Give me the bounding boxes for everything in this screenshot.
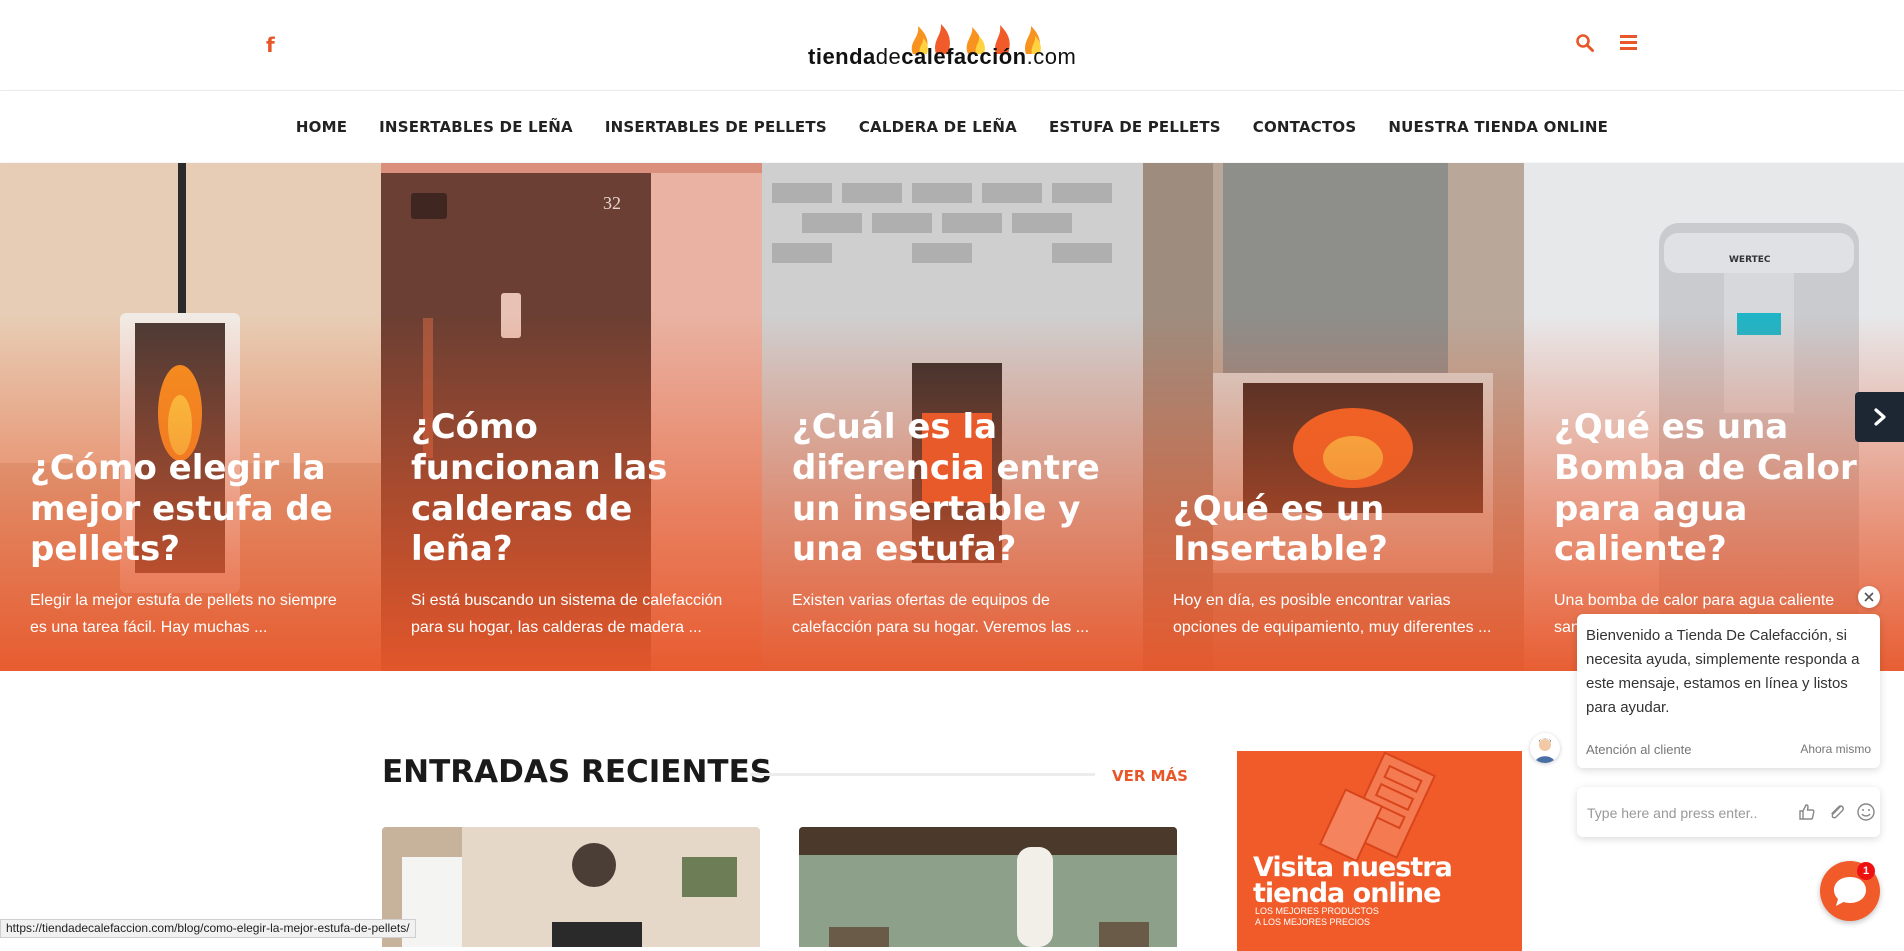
see-more-link[interactable]: VER MÁS (1112, 767, 1188, 785)
facebook-icon[interactable]: f (266, 33, 275, 57)
recent-post-thumbnail[interactable] (799, 827, 1177, 947)
unread-badge: 1 (1857, 862, 1875, 880)
slide-content: ¿Cómo elegir la mejor estufa de pellets?… (30, 448, 357, 641)
search-icon[interactable] (1575, 33, 1595, 53)
paperclip-icon[interactable] (1827, 802, 1847, 822)
promo-title: Visita nuestra tienda online (1253, 852, 1453, 909)
slide-excerpt: Elegir la mejor estufa de pellets no sie… (30, 592, 337, 636)
nav-item-contactos[interactable]: CONTACTOS (1253, 118, 1357, 136)
chat-agent-name: Atención al cliente (1586, 742, 1692, 757)
promo-subtitle: LOS MEJORES PRODUCTOS A LOS MEJORES PRECI… (1255, 906, 1379, 927)
nav-item-caldera-lena[interactable]: CALDERA DE LEÑA (859, 118, 1017, 136)
recent-posts-title: ENTRADAS RECIENTES (382, 754, 773, 790)
brand-badge: WERTEC (1729, 255, 1771, 265)
nav-item-home[interactable]: HOME (296, 118, 347, 136)
nav-item-insertables-pellets[interactable]: INSERTABLES DE PELLETS (605, 118, 827, 136)
online-store-promo[interactable]: Visita nuestra tienda online LOS MEJORES … (1237, 751, 1522, 951)
main-nav: HOME INSERTABLES DE LEÑA INSERTABLES DE … (0, 91, 1904, 162)
hamburger-icon[interactable] (1620, 35, 1637, 51)
thumbs-up-icon[interactable] (1797, 802, 1817, 822)
slider-next-button[interactable] (1855, 392, 1904, 442)
post-image-green-room (799, 827, 1177, 947)
slide-title[interactable]: ¿Cómo elegir la mejor estufa de pellets? (30, 448, 357, 570)
chat-message-text: Bienvenido a Tienda De Calefacción, si n… (1586, 627, 1860, 716)
nav-item-estufa-pellets[interactable]: ESTUFA DE PELLETS (1049, 118, 1221, 136)
slide-title[interactable]: ¿Cuál es la diferencia entre un insertab… (792, 407, 1119, 570)
featured-slider: ¿Cómo elegir la mejor estufa de pellets?… (0, 163, 1904, 671)
slide-content: ¿Qué es un Insertable? Hoy en día, es po… (1173, 489, 1500, 641)
site-logo[interactable]: tiendadecalefacción.com (808, 24, 1098, 72)
chat-input-box (1577, 787, 1880, 837)
recent-post-thumbnail[interactable] (382, 827, 760, 947)
section-divider (750, 773, 1095, 776)
post-image-living-room (382, 827, 760, 947)
close-icon (1864, 592, 1874, 602)
nav-item-insertables-lena[interactable]: INSERTABLES DE LEÑA (379, 118, 573, 136)
slide-card[interactable]: WERTEC ¿Qué es una Bomba de Calor para a… (1524, 163, 1904, 671)
chevron-right-icon (1873, 408, 1886, 426)
slide-title[interactable]: ¿Qué es un Insertable? (1173, 489, 1500, 571)
slide-excerpt: Hoy en día, es posible encontrar varias … (1173, 592, 1492, 636)
top-header: f tiendadecalefacción.com (0, 0, 1904, 91)
slide-content: ¿Cómo funcionan las calderas de leña? Si… (411, 407, 738, 641)
slide-card[interactable]: ¿Qué es un Insertable? Hoy en día, es po… (1143, 163, 1524, 671)
slide-excerpt: Si está buscando un sistema de calefacci… (411, 592, 723, 636)
slide-title[interactable]: ¿Cómo funcionan las calderas de leña? (411, 407, 738, 570)
chat-message-input[interactable] (1585, 801, 1789, 825)
slide-excerpt: Existen varias ofertas de equipos de cal… (792, 592, 1090, 636)
nav-item-tienda-online[interactable]: NUESTRA TIENDA ONLINE (1388, 118, 1608, 136)
agent-avatar (1530, 733, 1560, 763)
slide-content: ¿Qué es una Bomba de Calor para agua cal… (1554, 407, 1881, 641)
chat-welcome-message: Bienvenido a Tienda De Calefacción, si n… (1577, 614, 1880, 768)
status-bar-url: https://tiendadecalefaccion.com/blog/com… (0, 919, 416, 938)
chat-timestamp: Ahora mismo (1800, 742, 1871, 756)
slide-card[interactable]: ¿Cómo elegir la mejor estufa de pellets?… (0, 163, 381, 671)
slide-title[interactable]: ¿Qué es una Bomba de Calor para agua cal… (1554, 407, 1881, 570)
slide-card[interactable]: ¿Cuál es la diferencia entre un insertab… (762, 163, 1143, 671)
logo-wordmark: tiendadecalefacción.com (808, 44, 1077, 69)
slide-content: ¿Cuál es la diferencia entre un insertab… (792, 407, 1119, 641)
slide-card[interactable]: 32 ¿Cómo funcionan las calderas de leña?… (381, 163, 762, 671)
chat-close-button[interactable] (1858, 586, 1880, 608)
emoji-icon[interactable] (1856, 802, 1876, 822)
stove-model-number: 32 (603, 193, 621, 213)
